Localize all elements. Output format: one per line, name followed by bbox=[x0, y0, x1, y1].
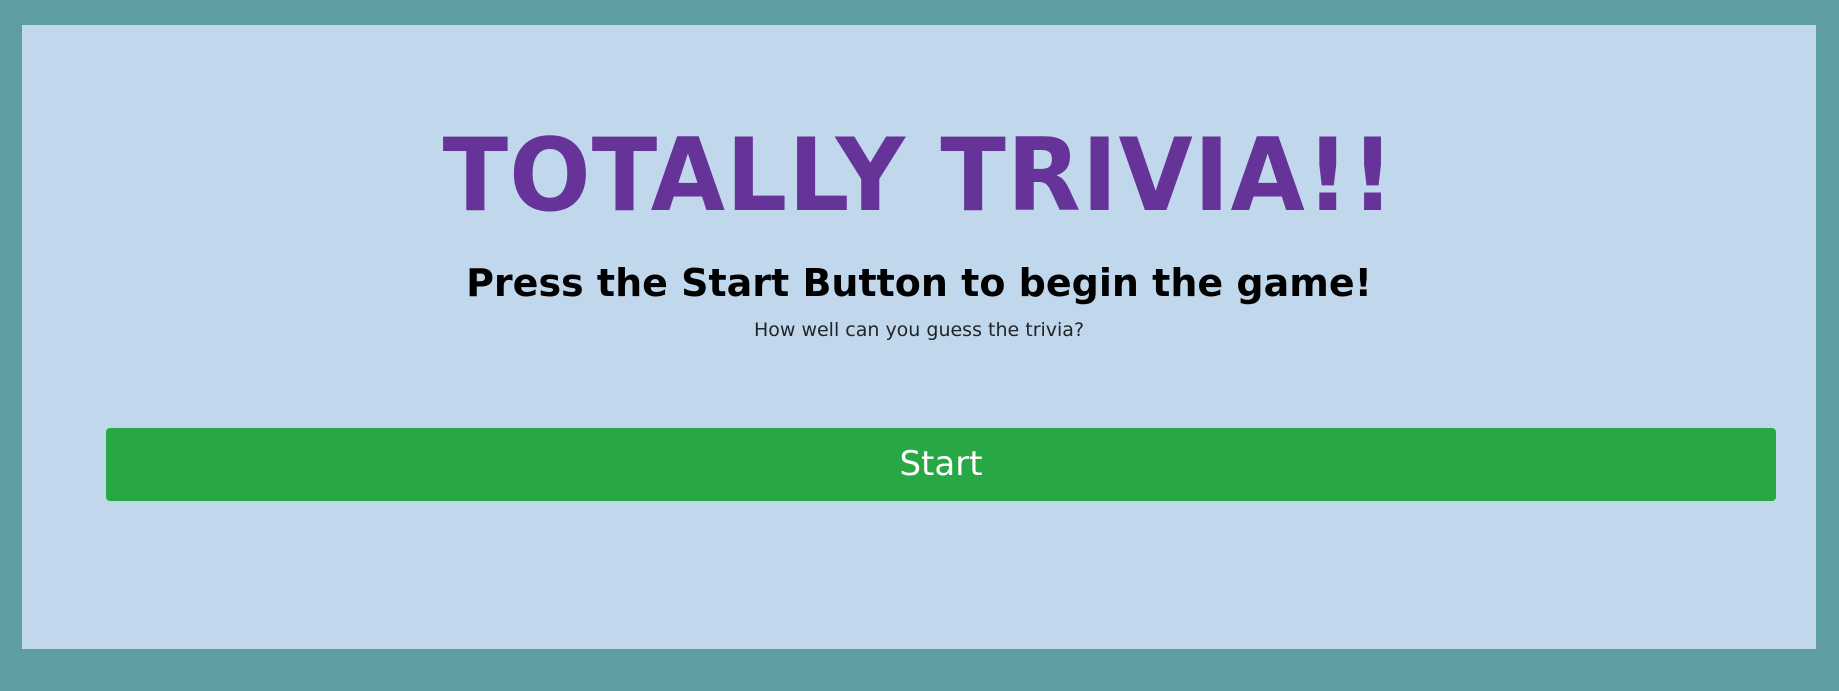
game-panel: TOTALLY TRIVIA!! Press the Start Button … bbox=[22, 25, 1816, 649]
game-title: TOTALLY TRIVIA!! bbox=[442, 116, 1396, 235]
start-button[interactable]: Start bbox=[106, 428, 1776, 501]
instructions-heading: Press the Start Button to begin the game… bbox=[466, 261, 1372, 305]
tagline-text: How well can you guess the trivia? bbox=[753, 319, 1085, 341]
